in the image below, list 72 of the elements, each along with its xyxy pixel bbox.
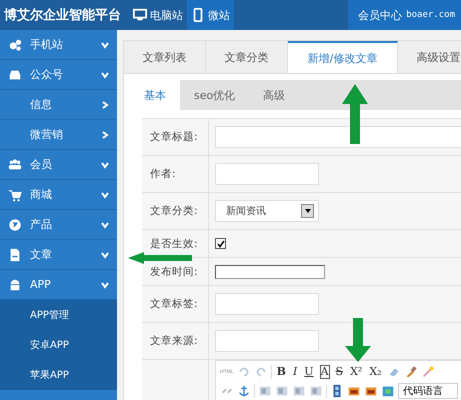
field-label: 是否生效: bbox=[150, 236, 198, 250]
format-button[interactable]: B bbox=[274, 364, 288, 380]
format-button[interactable]: I bbox=[290, 364, 300, 380]
member-center-link[interactable]: 会员中心 bbox=[358, 8, 402, 22]
input-field[interactable] bbox=[215, 163, 319, 185]
site-label: 电脑站 bbox=[150, 8, 183, 22]
site-label: 微站 bbox=[208, 8, 230, 22]
tab[interactable]: 新增/修改文章 bbox=[288, 41, 398, 73]
sidebar-item[interactable]: 公众号 bbox=[0, 60, 117, 90]
sidebar-subitem[interactable]: 信息 bbox=[0, 90, 117, 120]
field-label: 文章来源: bbox=[150, 334, 198, 348]
app-title: 博艾尔企业智能平台 bbox=[3, 7, 122, 24]
field-label: 文章分类: bbox=[150, 204, 198, 218]
chevron-down-icon bbox=[101, 160, 109, 168]
field-label: 文章标签: bbox=[150, 297, 198, 311]
chevron-right-icon bbox=[101, 130, 109, 138]
site-tab[interactable]: 电脑站 bbox=[129, 0, 187, 30]
chevron-down-icon bbox=[101, 190, 109, 198]
align-icon[interactable] bbox=[258, 384, 272, 398]
tab[interactable]: seo优化 bbox=[180, 80, 250, 110]
arrow-down-icon bbox=[345, 318, 371, 362]
align-icon[interactable] bbox=[292, 384, 306, 398]
arrow-up-icon bbox=[342, 84, 368, 144]
code-language-dropdown[interactable]: 代码语言 bbox=[398, 383, 458, 399]
checkbox[interactable] bbox=[215, 238, 226, 249]
align-icon[interactable] bbox=[275, 384, 289, 398]
format-button[interactable]: X₂ bbox=[367, 364, 384, 380]
tab[interactable]: 基本 bbox=[130, 80, 180, 110]
input-field[interactable] bbox=[215, 126, 461, 148]
sidebar-item[interactable]: 商城 bbox=[0, 180, 117, 210]
sidebar-item[interactable]: 产品 bbox=[0, 210, 117, 240]
monitor-icon bbox=[133, 8, 147, 22]
people-icon bbox=[8, 158, 22, 172]
redo-icon[interactable] bbox=[254, 365, 268, 379]
caret-icon bbox=[304, 209, 310, 213]
field-label: 发布时间: bbox=[150, 264, 198, 278]
input-field[interactable] bbox=[215, 293, 319, 315]
format-button[interactable]: X² bbox=[348, 364, 364, 380]
format-button[interactable]: S bbox=[334, 364, 346, 380]
chevron-down-icon bbox=[101, 70, 109, 78]
tab[interactable]: 高级 bbox=[249, 80, 300, 110]
sidebar-subitem[interactable]: APP管理 bbox=[0, 300, 117, 330]
field-label: 文章标题: bbox=[150, 130, 198, 144]
site-tab[interactable]: 微站 bbox=[187, 0, 234, 30]
sidebar-item[interactable]: 文章 bbox=[0, 240, 117, 270]
sidebar-item[interactable]: 会员 bbox=[0, 150, 117, 180]
sidebar-subitem[interactable]: 苹果APP bbox=[0, 360, 117, 390]
sidebar-subitem[interactable]: 安卓APP bbox=[0, 330, 117, 360]
category-dropdown[interactable]: 新闻资讯 bbox=[215, 200, 319, 222]
undo-icon[interactable] bbox=[236, 365, 251, 379]
field-label: 作者: bbox=[150, 167, 176, 181]
domain-text: boaer.com bbox=[406, 10, 455, 20]
chevron-right-icon bbox=[101, 100, 109, 108]
sidebar-subitem[interactable]: 微营销 bbox=[0, 120, 117, 150]
chevron-down-icon bbox=[101, 280, 109, 288]
tray-icon bbox=[8, 68, 22, 82]
align-icon[interactable] bbox=[309, 384, 323, 398]
map-icon[interactable] bbox=[381, 384, 395, 398]
anchor-icon[interactable] bbox=[237, 384, 251, 398]
input-field[interactable] bbox=[215, 330, 319, 352]
date-field[interactable] bbox=[215, 264, 325, 278]
cart-icon bbox=[8, 188, 22, 202]
arrow-left-icon bbox=[128, 252, 192, 264]
wand-icon[interactable] bbox=[420, 365, 435, 379]
chevron-down-icon bbox=[101, 220, 109, 228]
chevron-down-icon bbox=[101, 250, 109, 258]
format-button[interactable]: A bbox=[318, 364, 331, 380]
format-button[interactable]: U bbox=[302, 364, 316, 380]
sidebar-item[interactable]: 手机站 bbox=[0, 30, 117, 60]
document-icon bbox=[8, 248, 22, 262]
chevron-down-icon bbox=[101, 40, 109, 48]
phone-icon bbox=[191, 8, 205, 22]
